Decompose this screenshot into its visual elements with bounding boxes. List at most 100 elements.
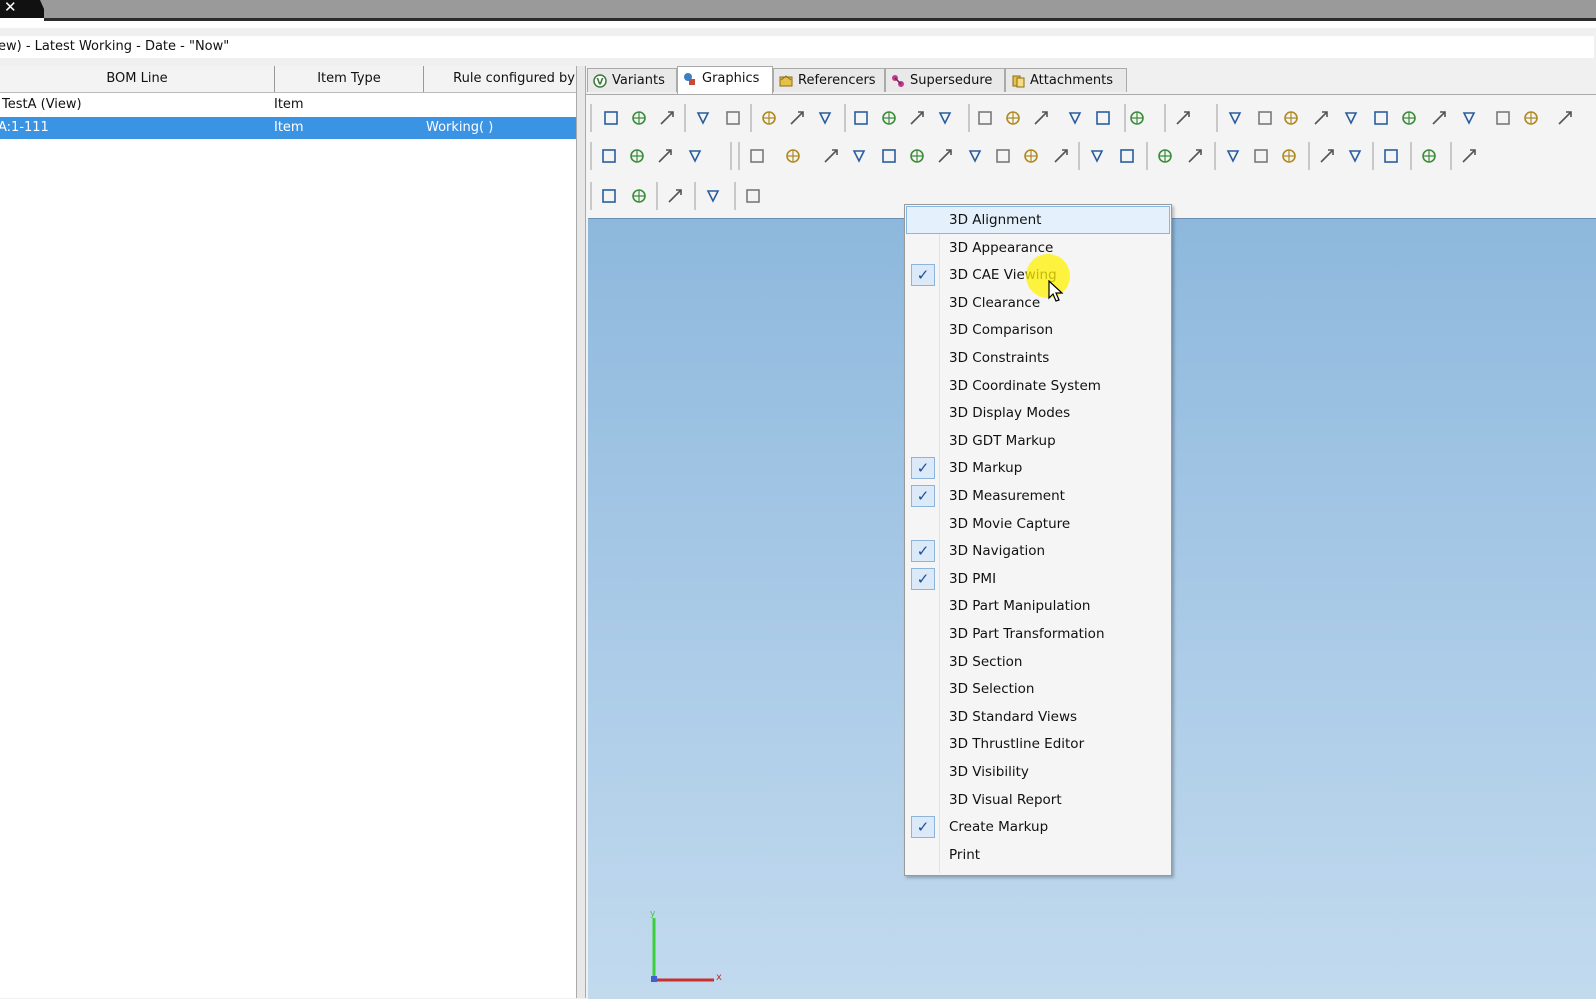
toolbar-tool-icon[interactable] [1556, 109, 1574, 127]
toolbar-tool-icon[interactable] [694, 109, 712, 127]
menu-item-3d-selection[interactable]: 3D Selection [907, 676, 1169, 702]
close-tab[interactable]: ✕ [0, 0, 44, 18]
toolbar-tool-icon[interactable] [852, 109, 870, 127]
toolbar-tool-icon[interactable] [602, 109, 620, 127]
toolbar-tool-icon[interactable] [666, 187, 684, 205]
toolbar-tool-icon[interactable] [880, 109, 898, 127]
menu-item-3d-markup[interactable]: ✓ 3D Markup [907, 455, 1169, 481]
toolbar-tool-icon[interactable] [658, 109, 676, 127]
toolbar-tool-icon[interactable] [724, 109, 742, 127]
menu-item-3d-part-manipulation[interactable]: 3D Part Manipulation [907, 593, 1169, 619]
pane-splitter[interactable] [576, 66, 586, 998]
toolbar-tool-icon[interactable] [1174, 109, 1192, 127]
toolbar-tool-icon[interactable] [1186, 147, 1204, 165]
close-icon[interactable]: ✕ [4, 0, 17, 16]
toolbar-tool-icon[interactable] [1282, 109, 1300, 127]
toolbar-tool-icon[interactable] [600, 187, 618, 205]
menu-item-print[interactable]: Print [907, 842, 1169, 868]
toolbar-tool-icon[interactable] [966, 147, 984, 165]
toolbar-tool-icon[interactable] [1226, 109, 1244, 127]
toolbar-tool-icon[interactable] [1128, 109, 1146, 127]
toolbar-tool-icon[interactable] [1460, 147, 1478, 165]
toolbar-tool-icon[interactable] [1032, 109, 1050, 127]
toolbar-tool-icon[interactable] [1430, 109, 1448, 127]
toolbar-tool-icon[interactable] [994, 147, 1012, 165]
toolbar-tool-icon[interactable] [748, 147, 766, 165]
toolbar-tool-icon[interactable] [788, 109, 806, 127]
toolbar-tool-icon[interactable] [908, 109, 926, 127]
toolbar-tool-icon[interactable] [1256, 109, 1274, 127]
menu-item-3d-comparison[interactable]: 3D Comparison [907, 317, 1169, 343]
menu-item-3d-coordinate-system[interactable]: 3D Coordinate System [907, 373, 1169, 399]
toolbar-tool-icon[interactable] [1522, 109, 1540, 127]
menu-item-3d-pmi[interactable]: ✓ 3D PMI [907, 566, 1169, 592]
toolbar-tool-icon[interactable] [600, 147, 618, 165]
tab-referencers[interactable]: Referencers [773, 68, 885, 92]
toolbar-tool-icon[interactable] [1022, 147, 1040, 165]
column-header-bom-line[interactable]: BOM Line [0, 66, 275, 92]
toolbar-tool-icon[interactable] [936, 109, 954, 127]
toolbar-tool-icon[interactable] [1280, 147, 1298, 165]
toolbar-tool-icon[interactable] [1312, 109, 1330, 127]
toolbar-tool-icon[interactable] [1318, 147, 1336, 165]
toolbar-tool-icon[interactable] [1342, 109, 1360, 127]
toolbar-tool-icon[interactable] [816, 109, 834, 127]
toolbar-tool-icon[interactable] [760, 109, 778, 127]
toolbar-tool-icon[interactable] [628, 147, 646, 165]
toolbar-tool-icon[interactable] [1094, 109, 1112, 127]
menu-item-create-markup[interactable]: ✓ Create Markup [907, 814, 1169, 840]
table-row-selected[interactable]: A:1-111 Item Working( ) [0, 117, 576, 139]
toolbar-tool-icon[interactable] [936, 147, 954, 165]
toolbar-tool-icon[interactable] [1156, 147, 1174, 165]
toolbar-tool-icon[interactable] [630, 109, 648, 127]
toolbar-tool-icon[interactable] [1224, 147, 1242, 165]
menu-item-3d-visibility[interactable]: 3D Visibility [907, 759, 1169, 785]
menu-item-3d-part-transformation[interactable]: 3D Part Transformation [907, 621, 1169, 647]
toolbar-tool-icon[interactable] [822, 147, 840, 165]
toolbar-tool-icon[interactable] [976, 109, 994, 127]
toolbar-tool-icon[interactable] [784, 147, 802, 165]
toolbar-tool-icon[interactable] [1372, 109, 1390, 127]
column-header-item-type[interactable]: Item Type [275, 66, 424, 92]
toolbar-tool-icon[interactable] [656, 147, 674, 165]
menu-item-3d-section[interactable]: 3D Section [907, 649, 1169, 675]
toolbar-tool-icon[interactable] [1460, 109, 1478, 127]
toolbar-tool-icon[interactable] [880, 147, 898, 165]
menu-item-3d-display-modes[interactable]: 3D Display Modes [907, 400, 1169, 426]
menu-item-3d-visual-report[interactable]: 3D Visual Report [907, 787, 1169, 813]
menu-item-3d-thrustline-editor[interactable]: 3D Thrustline Editor [907, 731, 1169, 757]
toolbar-tool-icon[interactable] [1252, 147, 1270, 165]
menu-item-3d-navigation[interactable]: ✓ 3D Navigation [907, 538, 1169, 564]
tab-attachments[interactable]: Attachments [1005, 68, 1127, 92]
menu-item-3d-constraints[interactable]: 3D Constraints [907, 345, 1169, 371]
toolbar-tool-icon[interactable] [1382, 147, 1400, 165]
tab-variants[interactable]: V Variants [587, 68, 677, 92]
menu-item-3d-standard-views[interactable]: 3D Standard Views [907, 704, 1169, 730]
menu-item-3d-movie-capture[interactable]: 3D Movie Capture [907, 511, 1169, 537]
toolbar-tool-icon[interactable] [630, 187, 648, 205]
tab-graphics[interactable]: Graphics [677, 66, 773, 94]
toolbar-tool-icon[interactable] [744, 187, 762, 205]
tab-supersedure[interactable]: Supersedure [885, 68, 1005, 92]
toolbar-tool-icon[interactable] [850, 147, 868, 165]
toolbar-tool-icon[interactable] [1400, 109, 1418, 127]
column-header-rule-configured-by[interactable]: Rule configured by [424, 66, 584, 92]
table-row[interactable]: TestA (View) Item [0, 94, 576, 116]
toolbar-tool-icon[interactable] [1066, 109, 1084, 127]
toolbar-tool-icon[interactable] [1346, 147, 1364, 165]
toolbar-tool-icon[interactable] [1088, 147, 1106, 165]
toolbar-tool-icon[interactable] [1420, 147, 1438, 165]
toolbar-tool-icon[interactable] [1052, 147, 1070, 165]
toolbar-tool-icon[interactable] [1004, 109, 1022, 127]
menu-item-3d-measurement[interactable]: ✓ 3D Measurement [907, 483, 1169, 509]
menu-item-3d-alignment[interactable]: 3D Alignment [906, 206, 1170, 234]
menu-item-3d-gdt-markup[interactable]: 3D GDT Markup [907, 428, 1169, 454]
toolbar-separator [1410, 142, 1412, 170]
svg-text:x: x [716, 972, 722, 983]
toolbar-tool-icon[interactable] [1494, 109, 1512, 127]
toolbar-separator [968, 104, 970, 132]
toolbar-tool-icon[interactable] [686, 147, 704, 165]
toolbar-tool-icon[interactable] [1118, 147, 1136, 165]
toolbar-tool-icon[interactable] [704, 187, 722, 205]
toolbar-tool-icon[interactable] [908, 147, 926, 165]
